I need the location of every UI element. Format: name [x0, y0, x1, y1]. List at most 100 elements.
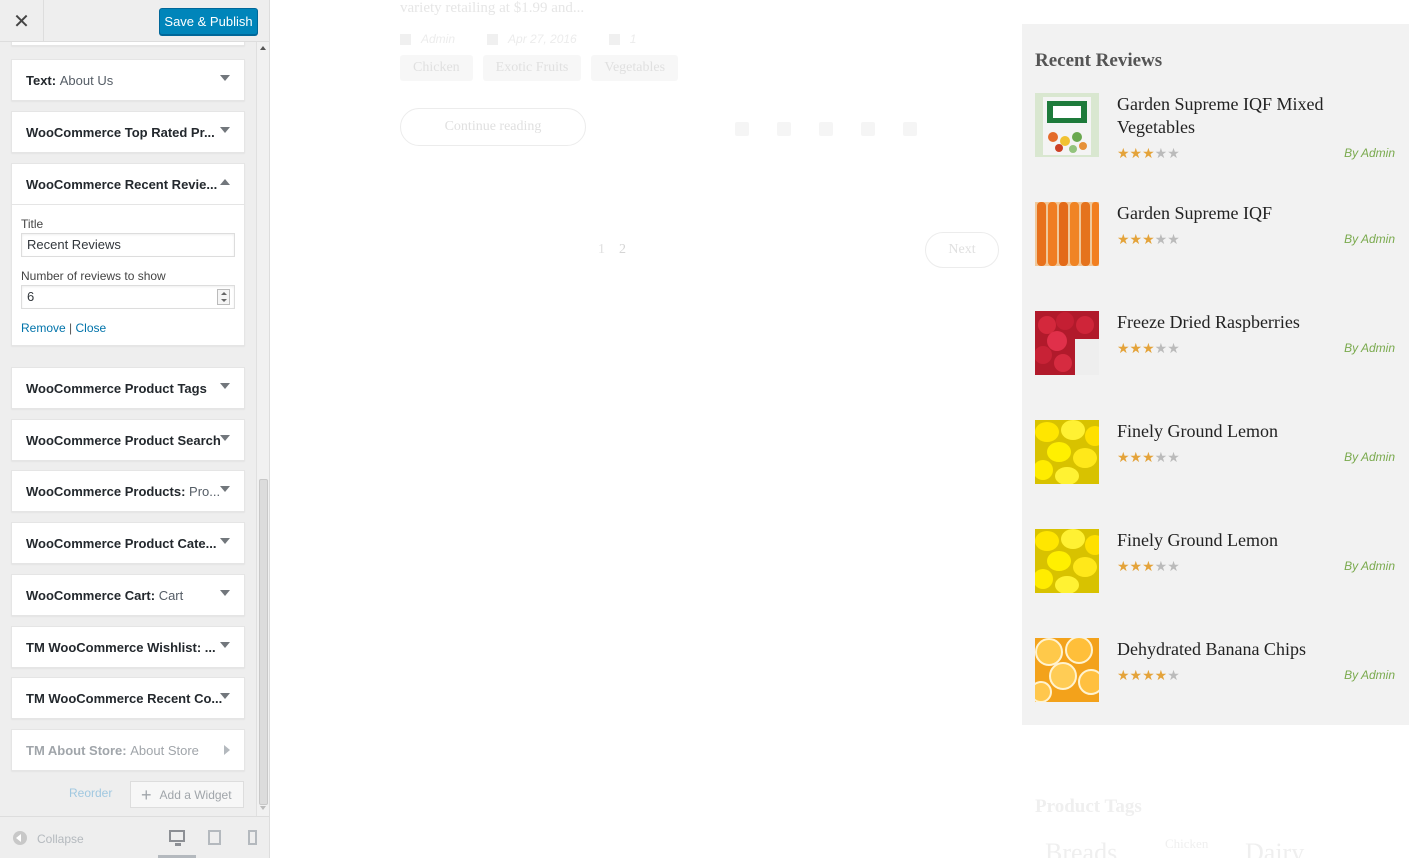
widget-subtitle: About Store: [130, 742, 199, 758]
page-1[interactable]: 1: [598, 242, 605, 257]
expand-arrow-icon[interactable]: [220, 538, 230, 544]
post-comments[interactable]: 1: [630, 32, 637, 46]
expand-arrow-icon[interactable]: [220, 435, 230, 441]
expand-arrow-icon[interactable]: [220, 642, 230, 648]
tag-exotic-fruits[interactable]: Exotic Fruits: [482, 55, 582, 81]
widget-top-rated[interactable]: WooCommerce Top Rated Pr...: [11, 111, 245, 153]
review-item[interactable]: Finely Ground Lemon ★★★★★ By Admin: [1035, 529, 1395, 593]
review-item[interactable]: Garden Supreme IQF ★★★★★ By Admin: [1035, 202, 1395, 266]
widget-recent-compare[interactable]: TM WooCommerce Recent Co...: [11, 677, 245, 719]
expand-arrow-icon[interactable]: [220, 75, 230, 81]
reorder-link[interactable]: Reorder: [69, 786, 112, 800]
save-publish-button[interactable]: Save & Publish: [159, 8, 258, 35]
product-thumbnail[interactable]: [1035, 638, 1099, 702]
review-item[interactable]: Garden Supreme IQF Mixed Vegetables ★★★★…: [1035, 93, 1395, 160]
number-input[interactable]: 6: [21, 285, 235, 309]
expand-arrow-icon[interactable]: [220, 383, 230, 389]
product-thumbnail[interactable]: [1035, 202, 1099, 266]
expand-arrow-icon[interactable]: [220, 486, 230, 492]
widget-heading: Recent Reviews: [1035, 50, 1163, 71]
widget-recent-reviews[interactable]: WooCommerce Recent Revie... Title Recent…: [11, 163, 245, 346]
product-name[interactable]: Garden Supreme IQF: [1117, 202, 1387, 225]
add-widget-button[interactable]: + Add a Widget: [130, 781, 244, 808]
star-rating: ★★★★★: [1117, 231, 1180, 247]
number-stepper[interactable]: [217, 289, 230, 305]
desktop-preview-icon[interactable]: [169, 830, 185, 846]
user-icon: [400, 34, 411, 46]
google-plus-icon[interactable]: [819, 122, 833, 136]
next-page-button[interactable]: Next: [925, 232, 999, 268]
product-name[interactable]: Freeze Dried Raspberries: [1117, 311, 1387, 334]
widget-title: WooCommerce Recent Revie...: [26, 176, 218, 192]
collapse-arrow-icon[interactable]: [220, 179, 230, 185]
customizer-header: ✕ Save & Publish: [0, 0, 269, 42]
product-name[interactable]: Finely Ground Lemon: [1117, 529, 1387, 552]
tag-cloud-item[interactable]: Breads: [1045, 838, 1117, 858]
scroll-up-icon[interactable]: [260, 46, 266, 50]
post-excerpt: variety retailing at $1.99 and...: [400, 0, 585, 16]
widget-cart[interactable]: WooCommerce Cart: Cart: [11, 574, 245, 616]
product-thumbnail[interactable]: [1035, 529, 1099, 593]
review-item[interactable]: Dehydrated Banana Chips ★★★★★ By Admin: [1035, 638, 1395, 702]
star-rating: ★★★★★: [1117, 667, 1180, 683]
expand-arrow-icon[interactable]: [220, 693, 230, 699]
widget-title: Text:: [26, 72, 57, 88]
post-tags: Chicken Exotic Fruits Vegetables: [400, 55, 679, 81]
widget-wishlist[interactable]: TM WooCommerce Wishlist: ...: [11, 626, 245, 668]
product-tags-heading: Product Tags: [1035, 796, 1142, 817]
link-separator: |: [69, 321, 73, 335]
widget-title: TM About Store:: [26, 742, 127, 758]
linkedin-icon[interactable]: [861, 122, 875, 136]
review-author: By Admin: [1344, 146, 1395, 160]
collapse-icon[interactable]: [13, 831, 27, 845]
widget-product-search[interactable]: WooCommerce Product Search: [11, 419, 245, 461]
remove-link[interactable]: Remove: [21, 321, 66, 335]
post-meta: Admin Apr 27, 2016 1: [400, 32, 636, 46]
close-icon[interactable]: ✕: [0, 0, 44, 42]
post-date[interactable]: Apr 27, 2016: [508, 32, 577, 46]
product-thumbnail[interactable]: [1035, 420, 1099, 484]
scroll-down-icon[interactable]: [260, 806, 266, 810]
widget-subtitle: Cart: [158, 587, 184, 603]
widget-product-tags[interactable]: WooCommerce Product Tags: [11, 367, 245, 409]
product-name[interactable]: Dehydrated Banana Chips: [1117, 638, 1387, 661]
tag-cloud-item[interactable]: Dairy: [1245, 838, 1304, 858]
twitter-icon[interactable]: [777, 122, 791, 136]
widget-about-store[interactable]: TM About Store: About Store: [11, 729, 245, 771]
review-item[interactable]: Finely Ground Lemon ★★★★★ By Admin: [1035, 420, 1395, 484]
review-item[interactable]: Freeze Dried Raspberries ★★★★★ By Admin: [1035, 311, 1395, 375]
tablet-preview-icon[interactable]: [208, 830, 221, 845]
customizer-footer: Collapse: [0, 816, 269, 858]
widget-title: WooCommerce Product Search: [26, 432, 221, 448]
widget-subtitle: About Us: [59, 72, 114, 88]
tag-vegetables[interactable]: Vegetables: [591, 55, 679, 81]
expand-arrow-icon[interactable]: [220, 127, 230, 133]
expand-arrow-icon[interactable]: [220, 590, 230, 596]
scroll-thumb[interactable]: [259, 479, 268, 805]
product-thumbnail[interactable]: [1035, 311, 1099, 375]
panel-scrollbar[interactable]: [256, 42, 269, 816]
review-author: By Admin: [1344, 450, 1395, 464]
title-label: Title: [21, 217, 44, 231]
calendar-icon: [487, 34, 499, 46]
pinterest-icon[interactable]: [903, 122, 917, 136]
close-link[interactable]: Close: [76, 321, 107, 335]
tag-chicken[interactable]: Chicken: [400, 55, 473, 81]
share-icons: [735, 122, 917, 136]
page-2[interactable]: 2: [619, 242, 626, 257]
title-input[interactable]: Recent Reviews: [21, 233, 235, 257]
mobile-preview-icon[interactable]: [248, 830, 257, 845]
product-thumbnail[interactable]: [1035, 93, 1099, 157]
widget-product-categories[interactable]: WooCommerce Product Cate...: [11, 522, 245, 564]
collapse-label[interactable]: Collapse: [37, 832, 84, 846]
widget-text-about-us[interactable]: Text: About Us: [11, 59, 245, 101]
facebook-icon[interactable]: [735, 122, 749, 136]
drag-arrow-icon[interactable]: [224, 745, 230, 755]
product-name[interactable]: Finely Ground Lemon: [1117, 420, 1387, 443]
continue-reading-button[interactable]: Continue reading: [400, 108, 586, 146]
tag-cloud-item[interactable]: Chicken: [1165, 836, 1208, 852]
widget-products[interactable]: WooCommerce Products: Pro...: [11, 470, 245, 512]
widget-form: Title Recent Reviews Number of reviews t…: [12, 204, 244, 345]
product-name[interactable]: Garden Supreme IQF Mixed Vegetables: [1117, 93, 1387, 139]
post-author[interactable]: Admin: [421, 32, 455, 46]
